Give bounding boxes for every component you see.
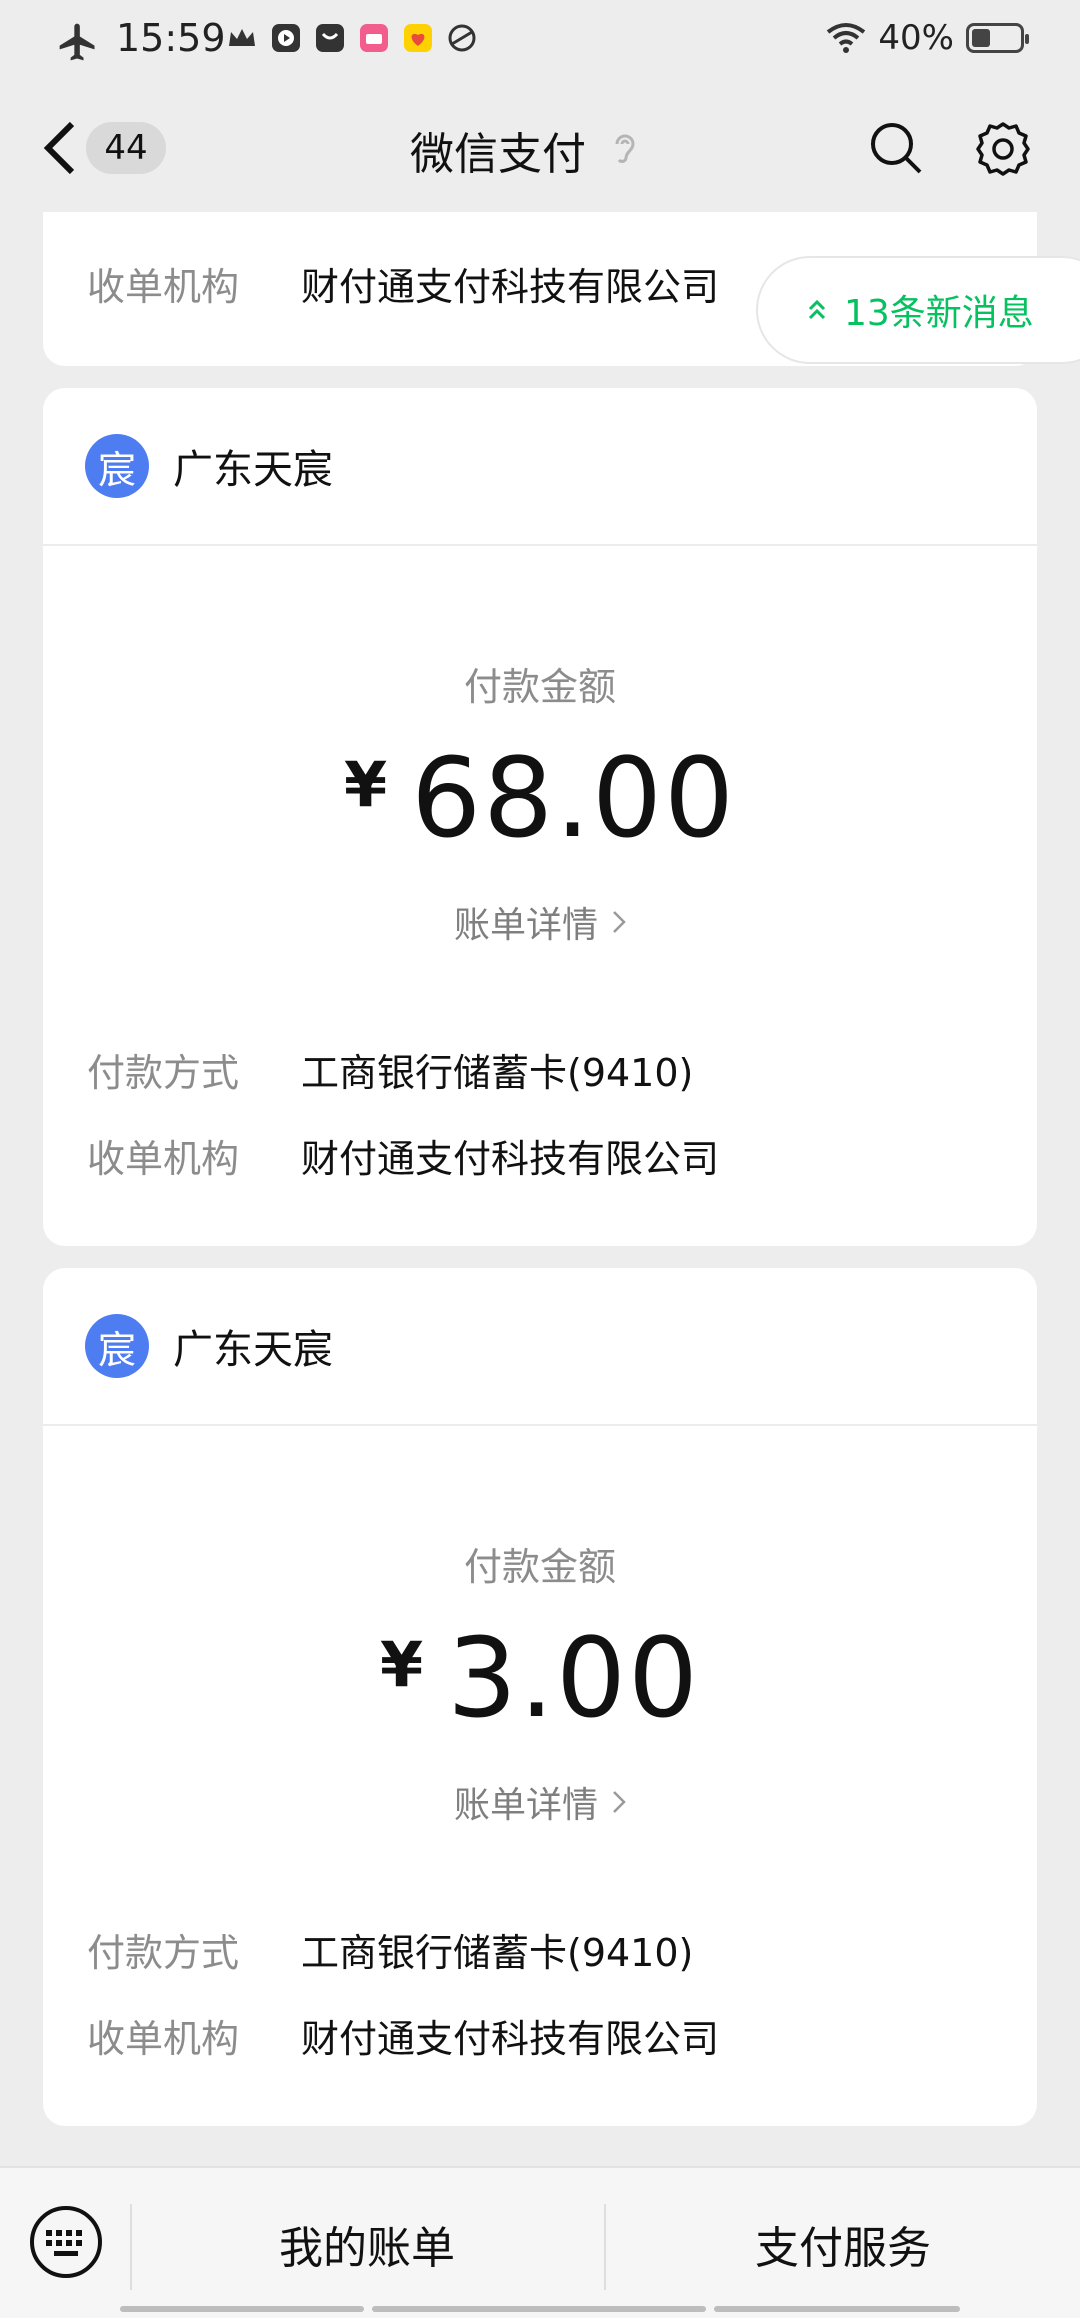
bilibili-icon: [360, 24, 388, 52]
status-bar: 15:59 40%: [0, 0, 1080, 84]
amount-value: 3.00: [447, 1614, 701, 1742]
payment-card[interactable]: 宸 广东天宸 付款金额 ¥ 68.00 账单详情 付款方式 工商银行储蓄卡(94…: [43, 388, 1037, 1246]
chat-header: 44 微信支付: [0, 84, 1080, 212]
unread-count-badge[interactable]: 44: [86, 122, 166, 174]
bottom-menu-bar: 我的账单 支付服务: [0, 2166, 1080, 2318]
bill-detail-link[interactable]: 账单详情: [43, 896, 1037, 948]
acquirer-label: 收单机构: [87, 265, 240, 309]
gesture-bar-segment: [372, 2306, 706, 2312]
bill-detail-label: 账单详情: [453, 1785, 598, 1826]
new-messages-button[interactable]: 13条新消息: [756, 256, 1080, 364]
search-icon[interactable]: [868, 120, 924, 176]
card-divider: [43, 544, 1037, 546]
payment-method-label: 付款方式: [87, 1931, 240, 1975]
my-bills-menu[interactable]: 我的账单: [132, 2212, 602, 2276]
acquirer-value: 财付通支付科技有限公司: [301, 1137, 720, 1181]
payment-amount: ¥ 3.00: [43, 1614, 1037, 1742]
battery-icon: [966, 23, 1029, 53]
battery-level-fill: [972, 29, 991, 47]
page-title: 微信支付: [410, 129, 586, 180]
merchant-avatar: 宸: [85, 434, 149, 498]
wifi-icon: [827, 23, 866, 53]
airplane-mode-icon: [59, 23, 95, 61]
battery-percentage: 40%: [878, 18, 954, 58]
status-time: 15:59: [116, 16, 226, 60]
acquirer-row: 收单机构 财付通支付科技有限公司: [87, 2008, 719, 2063]
merchant-header: 宸 广东天宸: [85, 1314, 333, 1378]
title-group: 微信支付: [410, 118, 640, 182]
browser-app-icon: [448, 24, 476, 52]
chevron-right-icon: [613, 911, 626, 933]
payment-method-value: 工商银行储蓄卡(9410): [301, 1051, 694, 1095]
payment-method-row: 付款方式 工商银行储蓄卡(9410): [87, 1042, 693, 1097]
settings-gear-icon[interactable]: [974, 120, 1032, 178]
acquirer-label: 收单机构: [87, 2017, 240, 2061]
payment-card[interactable]: 宸 广东天宸 付款金额 ¥ 3.00 账单详情 付款方式 工商银行储蓄卡(941…: [43, 1268, 1037, 2126]
merchant-avatar: 宸: [85, 1314, 149, 1378]
currency-symbol: ¥: [379, 1628, 424, 1701]
merchant-name: 广东天宸: [173, 1327, 333, 1373]
payment-amount: ¥ 68.00: [43, 734, 1037, 862]
notification-icons: [226, 22, 478, 54]
acquirer-value: 财付通支付科技有限公司: [301, 265, 720, 309]
acquirer-row: 收单机构 财付通支付科技有限公司: [87, 256, 719, 311]
bill-detail-link[interactable]: 账单详情: [43, 1776, 1037, 1828]
earpiece-mode-icon: [615, 134, 635, 163]
payment-method-value: 工商银行储蓄卡(9410): [301, 1931, 694, 1975]
new-messages-label: 13条新消息: [844, 293, 1034, 334]
pay-services-menu[interactable]: 支付服务: [606, 2212, 1080, 2276]
acquirer-row: 收单机构 财付通支付科技有限公司: [87, 1128, 719, 1183]
shopping-app-icon: [316, 24, 344, 52]
acquirer-label: 收单机构: [87, 1137, 240, 1181]
keyboard-icon[interactable]: [28, 2204, 104, 2280]
amount-label: 付款金额: [463, 1545, 616, 1589]
merchant-header: 宸 广东天宸: [85, 434, 333, 498]
crown-icon: [229, 29, 255, 46]
double-up-arrow-icon: [808, 299, 826, 320]
meituan-icon: [404, 24, 432, 52]
gesture-bar-segment: [120, 2306, 364, 2312]
payment-method-label: 付款方式: [87, 1051, 240, 1095]
chevron-right-icon: [613, 1791, 626, 1813]
amount-label: 付款金额: [463, 665, 616, 709]
acquirer-value: 财付通支付科技有限公司: [301, 2017, 720, 2061]
gesture-bar-segment: [714, 2306, 960, 2312]
back-arrow-icon[interactable]: [40, 120, 80, 176]
payment-method-row: 付款方式 工商银行储蓄卡(9410): [87, 1922, 693, 1977]
merchant-name: 广东天宸: [173, 447, 333, 493]
card-divider: [43, 1424, 1037, 1426]
amount-value: 68.00: [411, 734, 737, 862]
currency-symbol: ¥: [343, 748, 388, 821]
video-app-icon: [272, 24, 300, 52]
bill-detail-label: 账单详情: [453, 905, 598, 946]
